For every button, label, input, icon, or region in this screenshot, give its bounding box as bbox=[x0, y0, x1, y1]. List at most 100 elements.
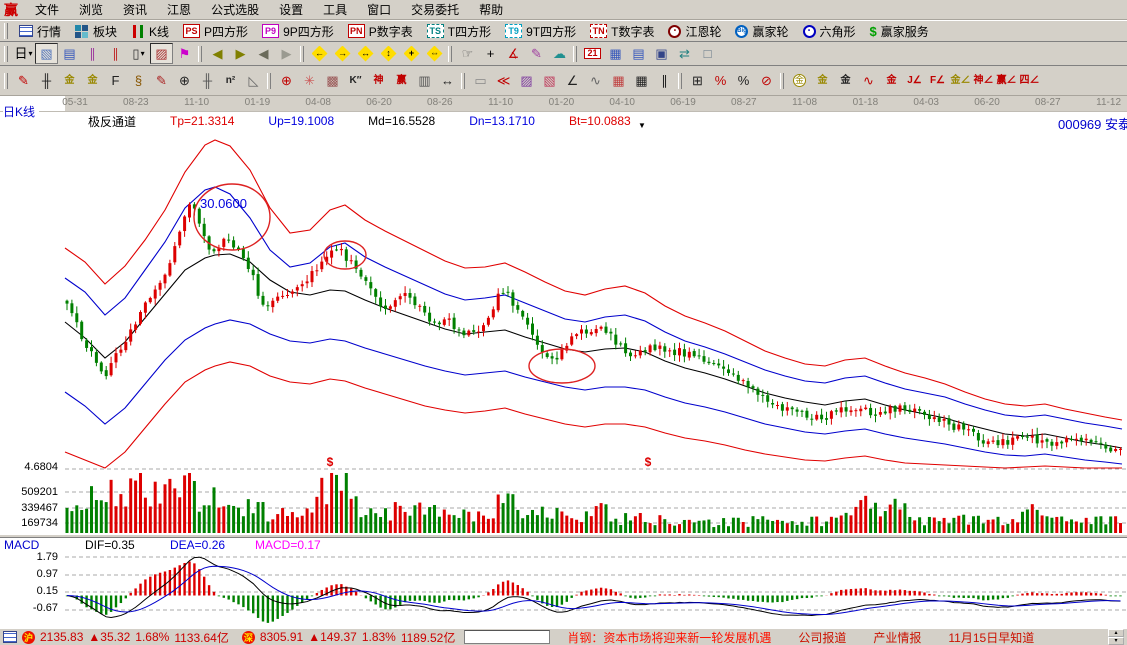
market-quotes-icon[interactable] bbox=[3, 631, 17, 643]
draw-marker-pen[interactable]: ✎ bbox=[150, 70, 173, 91]
tool-pan-left[interactable]: ← bbox=[308, 43, 331, 64]
draw-gold-pen[interactable]: 金 bbox=[834, 70, 857, 91]
tool-draw-tool[interactable]: ✎ bbox=[525, 43, 548, 64]
feature-market-quotes[interactable]: 行情 bbox=[12, 21, 68, 41]
tool-hand-tool[interactable]: ☞ bbox=[456, 43, 479, 64]
draw-gann-circle[interactable]: ⊕ bbox=[173, 70, 196, 91]
tool-candle-style[interactable]: ▯▾ bbox=[127, 43, 150, 64]
tool-flag-mark[interactable]: ⚑ bbox=[173, 43, 196, 64]
tool-zoom-extents[interactable]: ⇔ bbox=[423, 43, 446, 64]
feature-winner-wheel[interactable]: Big赢家轮 bbox=[728, 21, 795, 41]
link-company-report[interactable]: 公司报道 bbox=[798, 629, 846, 645]
draw-n-square[interactable]: n² bbox=[219, 70, 242, 91]
tool-info-panel[interactable]: ▤ bbox=[58, 43, 81, 64]
draw-gann-grid[interactable]: ╫ bbox=[35, 70, 58, 91]
draw-protractor[interactable]: ◺ bbox=[242, 70, 265, 91]
tool-pan-vert[interactable]: ↕ bbox=[377, 43, 400, 64]
stock-code-input[interactable] bbox=[464, 630, 550, 644]
link-industry-info[interactable]: 产业情报 bbox=[873, 629, 921, 645]
period-label[interactable]: 日K线 bbox=[3, 103, 39, 120]
tool-calculator-tool[interactable]: ▦ bbox=[604, 43, 627, 64]
draw-percent-gann[interactable]: % bbox=[709, 70, 732, 91]
tool-chart-view[interactable]: ▧ bbox=[35, 43, 58, 64]
draw-ying-grid[interactable]: 赢 bbox=[390, 70, 413, 91]
feature-p-square[interactable]: PSP四方形 bbox=[176, 21, 255, 41]
feature-kline-chart[interactable]: K线 bbox=[124, 21, 176, 41]
toolbar-grip[interactable] bbox=[4, 73, 8, 89]
tool-last-page[interactable]: ▶ bbox=[229, 43, 252, 64]
tool-pan-both[interactable]: ↔ bbox=[354, 43, 377, 64]
feature-gann-wheel[interactable]: •江恩轮 bbox=[661, 21, 728, 41]
tool-notes-tool[interactable]: ▤ bbox=[627, 43, 650, 64]
draw-gold-circle[interactable]: 金 bbox=[788, 70, 811, 91]
menu-item-4[interactable]: 公式选股 bbox=[201, 3, 269, 17]
draw-target-tool[interactable]: ⊕ bbox=[275, 70, 298, 91]
draw-fan-box-red[interactable]: ▧ bbox=[538, 70, 561, 91]
toolbar-grip[interactable] bbox=[4, 46, 8, 62]
draw-grid-red[interactable]: ▦ bbox=[607, 70, 630, 91]
news-headline[interactable]: 肖钢：资本市场将迎来新一轮发展机遇 bbox=[567, 629, 771, 645]
draw-gold-level[interactable]: 金 bbox=[880, 70, 903, 91]
tool-network-tool[interactable]: ⇄ bbox=[673, 43, 696, 64]
tool-bars-purple[interactable]: ∥ bbox=[81, 43, 104, 64]
draw-parallel-tool[interactable]: ∥ bbox=[653, 70, 676, 91]
draw-fan-lines[interactable]: ≪ bbox=[492, 70, 515, 91]
draw-percent-tool[interactable]: % bbox=[732, 70, 755, 91]
link-daily-brief[interactable]: 11月15日早知道 bbox=[948, 629, 1034, 645]
menu-item-7[interactable]: 窗口 bbox=[357, 3, 401, 17]
scroll-down-icon[interactable]: ▾ bbox=[1108, 637, 1124, 645]
tool-pan-right[interactable]: → bbox=[331, 43, 354, 64]
tool-save-tool[interactable]: ▣ bbox=[650, 43, 673, 64]
tool-bars-red[interactable]: ∥ bbox=[104, 43, 127, 64]
menu-item-5[interactable]: 设置 bbox=[269, 3, 313, 17]
draw-j-angle[interactable]: J∠ bbox=[903, 70, 926, 91]
draw-f-grid[interactable]: F bbox=[104, 70, 127, 91]
tool-period-selector[interactable]: 日▾ bbox=[12, 43, 35, 64]
menu-item-0[interactable]: 文件 bbox=[25, 3, 69, 17]
macd-title[interactable]: MACD bbox=[4, 538, 39, 552]
menu-item-9[interactable]: 帮助 bbox=[469, 3, 513, 17]
draw-gold-lines[interactable]: 金 bbox=[811, 70, 834, 91]
scroll-up-icon[interactable]: ▴ bbox=[1108, 629, 1124, 637]
kline-chart-canvas[interactable]: 30.0600$$ bbox=[0, 130, 1127, 628]
draw-grid-arrow[interactable]: ▦ bbox=[630, 70, 653, 91]
news-scroll-spinner[interactable]: ▴▾ bbox=[1108, 629, 1124, 645]
draw-web-box[interactable]: ▩ bbox=[321, 70, 344, 91]
tool-cloud-tool[interactable]: ☁ bbox=[548, 43, 571, 64]
feature-sectors[interactable]: 板块 bbox=[68, 21, 124, 41]
draw-spiral-tool[interactable]: § bbox=[127, 70, 150, 91]
menu-item-6[interactable]: 工具 bbox=[313, 3, 357, 17]
draw-span-measure[interactable]: ↔ bbox=[436, 70, 459, 91]
pane-splitter[interactable] bbox=[0, 534, 1127, 538]
tool-next-bar[interactable]: ▶ bbox=[275, 43, 298, 64]
menu-item-1[interactable]: 浏览 bbox=[69, 3, 113, 17]
draw-box-tool[interactable]: ▭ bbox=[469, 70, 492, 91]
feature-9p-square[interactable]: P99P四方形 bbox=[255, 21, 341, 41]
tool-first-page[interactable]: ◀ bbox=[206, 43, 229, 64]
draw-shen-angle[interactable]: 神∠ bbox=[972, 70, 995, 91]
menu-item-3[interactable]: 江恩 bbox=[157, 3, 201, 17]
tool-pan-all[interactable]: + bbox=[400, 43, 423, 64]
draw-fan-box-purple[interactable]: ▨ bbox=[515, 70, 538, 91]
draw-ying-angle[interactable]: 赢∠ bbox=[995, 70, 1018, 91]
tool-angle-tool[interactable]: ∡ bbox=[502, 43, 525, 64]
chart-area[interactable]: 30.0600$$ 4.6804 509201 339467 169734 MA… bbox=[0, 130, 1127, 628]
draw-shen-grid[interactable]: 神 bbox=[367, 70, 390, 91]
feature-hexagon[interactable]: •六角形 bbox=[796, 21, 863, 41]
tool-workstation-tool[interactable]: □ bbox=[696, 43, 719, 64]
draw-percent-red[interactable]: ⊘ bbox=[755, 70, 778, 91]
draw-wave-tool[interactable]: ∿ bbox=[857, 70, 880, 91]
app-logo[interactable]: 赢 bbox=[4, 0, 18, 20]
draw-tick-grid[interactable]: ╫ bbox=[196, 70, 219, 91]
tool-prev-bar[interactable]: ◀ bbox=[252, 43, 275, 64]
menu-item-8[interactable]: 交易委托 bbox=[401, 3, 469, 17]
draw-si-angle[interactable]: 四∠ bbox=[1018, 70, 1041, 91]
tool-calendar-tool[interactable]: 21 bbox=[581, 43, 604, 64]
menu-item-2[interactable]: 资讯 bbox=[113, 3, 157, 17]
tool-crosshair-tool[interactable]: + bbox=[479, 43, 502, 64]
feature-p-number-table[interactable]: PNP数字表 bbox=[341, 21, 420, 41]
tool-pattern-mark[interactable]: ▨ bbox=[150, 43, 173, 64]
feature-9t-square[interactable]: T99T四方形 bbox=[498, 21, 583, 41]
draw-angle-lines[interactable]: ∠ bbox=[561, 70, 584, 91]
draw-gold-grid-a[interactable]: 金 bbox=[58, 70, 81, 91]
